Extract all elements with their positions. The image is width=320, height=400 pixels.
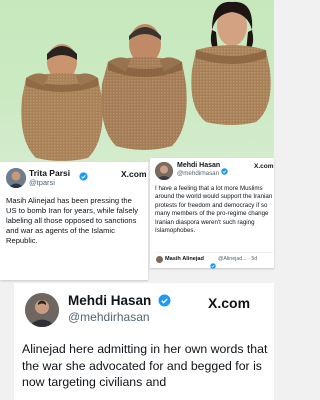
tweet-text: Masih Alinejad has been pressing the US … <box>6 196 139 245</box>
avatar[interactable] <box>155 162 173 180</box>
x-logo-icon: X.com <box>208 295 251 311</box>
verified-badge-icon <box>210 256 216 274</box>
tweet-card-trita-parsi[interactable]: Trita Parsi @tparsi X.com Masih Alinejad… <box>0 162 148 280</box>
quoted-author-name: Masih Alinejad <box>165 256 204 262</box>
quoted-meta: @Alinejad... · 5d <box>218 256 258 262</box>
x-logo-icon: X.com <box>254 163 274 170</box>
author-name[interactable]: Trita Parsi <box>29 168 70 178</box>
quoted-tweet[interactable]: Masih Alinejad @Alinejad... · 5d <box>155 252 273 269</box>
verified-badge-icon <box>79 168 88 186</box>
tweet-text: I have a feeling that a lot more Muslims… <box>155 185 273 235</box>
tweet-card-mehdi-hasan-quote[interactable]: Mehdi Hasan @mehdirhasan X.com I have a … <box>150 158 274 269</box>
author-name[interactable]: Mehdi Hasan <box>68 293 151 308</box>
sack-right <box>188 0 274 126</box>
tweet-text: Alinejad here admitting in her own words… <box>22 342 268 389</box>
tweet-card-mehdi-hasan[interactable]: Mehdi Hasan @mehdirhasan X.com Alinejad … <box>14 283 274 400</box>
avatar[interactable] <box>6 168 26 188</box>
sack-left <box>18 40 106 162</box>
x-logo-icon: X.com <box>121 169 147 179</box>
avatar <box>156 256 163 263</box>
verified-badge-icon <box>158 294 171 312</box>
author-handle[interactable]: @mehdirhasan <box>68 310 150 324</box>
author-handle[interactable]: @mehdirhasan <box>177 170 219 177</box>
author-name[interactable]: Mehdi Hasan <box>177 162 220 169</box>
verified-badge-icon <box>221 162 228 180</box>
author-handle[interactable]: @tparsi <box>29 178 55 187</box>
sack-middle <box>98 14 190 152</box>
avatar[interactable] <box>25 293 59 327</box>
meme-image <box>0 0 274 162</box>
